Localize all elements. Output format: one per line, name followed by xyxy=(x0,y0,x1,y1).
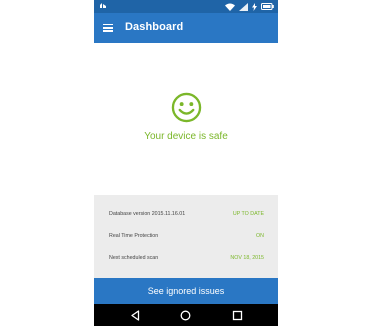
app-notification-icon xyxy=(100,3,106,8)
status-bar xyxy=(94,0,278,13)
phone-screen: Dashboard Your device is safe Database v… xyxy=(94,0,278,326)
status-icons xyxy=(225,2,274,11)
home-icon[interactable] xyxy=(180,310,191,321)
signal-icon xyxy=(239,2,248,11)
status-section: Your device is safe xyxy=(94,43,278,195)
database-status-value: UP TO DATE xyxy=(232,211,264,217)
real-time-protection-label: Real Time Protection xyxy=(109,233,159,239)
wifi-icon xyxy=(225,3,235,11)
database-version-label: Database version 2015.11.16.01 xyxy=(109,211,186,217)
next-scan-label: Next scheduled scan xyxy=(109,255,159,261)
next-scan-row: Next scheduled scan NOV 18, 2015 xyxy=(109,255,264,265)
back-icon[interactable] xyxy=(130,310,141,321)
database-version-row: Database version 2015.11.16.01 UP TO DAT… xyxy=(109,211,264,221)
smiley-icon xyxy=(171,92,202,123)
battery-icon xyxy=(261,3,274,10)
status-headline: Your device is safe xyxy=(144,131,228,142)
charging-icon xyxy=(252,2,257,11)
navigation-bar xyxy=(94,304,278,326)
real-time-protection-row: Real Time Protection ON xyxy=(109,233,264,243)
see-ignored-issues-button[interactable]: See ignored issues xyxy=(94,278,278,304)
recent-apps-icon[interactable] xyxy=(232,310,243,321)
app-bar: Dashboard xyxy=(94,13,278,43)
next-scan-value: NOV 18, 2015 xyxy=(230,255,264,261)
app-title: Dashboard xyxy=(125,21,184,33)
info-panel: Database version 2015.11.16.01 UP TO DAT… xyxy=(94,195,278,278)
menu-icon[interactable] xyxy=(103,22,115,34)
real-time-protection-value: ON xyxy=(256,233,264,239)
